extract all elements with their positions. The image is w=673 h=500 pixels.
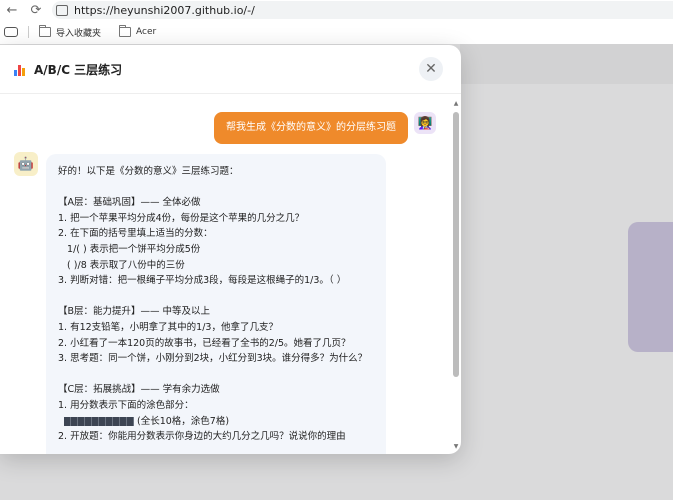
shaded-blocks-graphic bbox=[64, 416, 134, 426]
modal-header: A/B/C 三层练习 ✕ bbox=[0, 45, 461, 94]
bookmark-label: 导入收藏夹 bbox=[56, 28, 102, 39]
bot-line bbox=[58, 367, 374, 383]
bot-line: 3. 思考题：同一个饼，小刚分到2块，小红分到3块。谁分得多？为什么？ bbox=[58, 353, 368, 365]
browser-toolbar: ← ⟳ https://heyunshi2007.github.io/-/ bbox=[0, 0, 673, 20]
close-icon: ✕ bbox=[425, 61, 437, 77]
practice-modal: A/B/C 三层练习 ✕ 帮我生成《分数的意义》的分层练习题 👩‍🏫 🤖 好的！… bbox=[0, 45, 461, 454]
chat-scrollbar[interactable]: ▲ ▼ bbox=[453, 100, 459, 450]
bar-chart-icon bbox=[14, 62, 28, 76]
bot-avatar-icon: 🤖 bbox=[14, 152, 38, 176]
bot-line: 1. 用分数表示下面的涂色部分： bbox=[58, 399, 194, 411]
url-text: https://heyunshi2007.github.io/-/ bbox=[74, 3, 255, 17]
bot-line: (全长10格，涂色7格) bbox=[137, 415, 230, 427]
folder-icon bbox=[119, 25, 132, 37]
modal-title: A/B/C 三层练习 bbox=[34, 62, 123, 77]
bot-line: 1. 有12支铅笔，小明拿了其中的1/3，他拿了几支？ bbox=[58, 321, 278, 333]
bot-line: 2. 在下面的括号里填上适当的分数： bbox=[58, 228, 213, 240]
bot-line: 2. 小红看了一本120页的故事书，已经看了全书的2/5。她看了几页？ bbox=[58, 337, 351, 349]
bookmark-acer[interactable]: Acer bbox=[119, 25, 157, 37]
back-arrow-icon[interactable]: ← bbox=[4, 2, 20, 18]
bot-line bbox=[58, 180, 374, 196]
bookmarks-divider bbox=[28, 26, 29, 38]
bot-line: 2. 开放题：你能用分数表示你身边的大约几分之几吗？说说你的理由 bbox=[58, 431, 346, 443]
site-info-icon[interactable] bbox=[56, 4, 68, 16]
background-card bbox=[628, 222, 673, 352]
bot-line: 3. 判断对错：把一根绳子平均分成3段，每段是这根绳子的1/3。（ ） bbox=[58, 275, 347, 287]
user-message-row: 帮我生成《分数的意义》的分层练习题 👩‍🏫 bbox=[214, 112, 436, 144]
bot-line bbox=[58, 289, 374, 305]
address-bar[interactable]: https://heyunshi2007.github.io/-/ bbox=[52, 1, 673, 19]
user-avatar-icon: 👩‍🏫 bbox=[414, 112, 436, 134]
chat-area[interactable]: 帮我生成《分数的意义》的分层练习题 👩‍🏫 🤖 好的！以下是《分数的意义》三层练… bbox=[0, 94, 452, 454]
bot-line: 【B层：能力提升】—— 中等及以上 bbox=[58, 306, 211, 318]
import-icon bbox=[39, 25, 51, 37]
bot-line: 好的！以下是《分数的意义》三层练习题： bbox=[58, 166, 239, 177]
scroll-up-icon[interactable]: ▲ bbox=[453, 100, 459, 107]
bookmark-label: Acer bbox=[136, 27, 157, 37]
bookmarks-bar: 导入收藏夹 Acer bbox=[0, 20, 673, 44]
background-nav bbox=[460, 44, 673, 84]
bot-line: ( )/8 表示取了八份中的三份 bbox=[58, 259, 185, 271]
reload-icon[interactable]: ⟳ bbox=[28, 2, 44, 18]
bot-line: 【A层：基础巩固】—— 全体必做 bbox=[58, 197, 201, 209]
shaded-blocks-line: (全长10格，涂色7格) bbox=[58, 414, 374, 430]
bot-line: 1. 把一个苹果平均分成4份，每份是这个苹果的几分之几？ bbox=[58, 212, 305, 224]
bookmark-import[interactable]: 导入收藏夹 bbox=[39, 25, 102, 39]
bot-line: 1/( ) 表示把一个饼平均分成5份 bbox=[58, 243, 201, 255]
bot-message: 好的！以下是《分数的意义》三层练习题： 【A层：基础巩固】—— 全体必做 1. … bbox=[46, 154, 386, 454]
bot-line: 【C层：拓展挑战】—— 学有余力选做 bbox=[58, 384, 220, 396]
scroll-thumb[interactable] bbox=[453, 112, 459, 377]
close-button[interactable]: ✕ bbox=[419, 57, 443, 81]
user-message: 帮我生成《分数的意义》的分层练习题 bbox=[214, 112, 408, 144]
tab-actions-icon[interactable] bbox=[4, 27, 18, 37]
scroll-down-icon[interactable]: ▼ bbox=[453, 443, 459, 450]
